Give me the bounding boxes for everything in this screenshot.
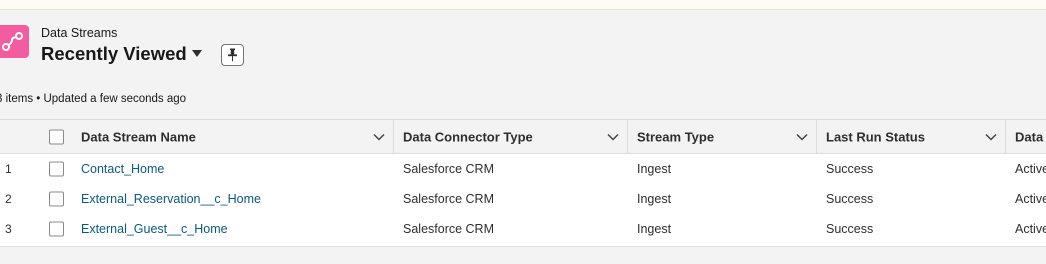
row-select-cell: [42, 184, 72, 214]
table-row: 2 External_Reservation__c_Home Salesforc…: [0, 184, 1046, 215]
select-all-checkbox[interactable]: [49, 129, 64, 144]
table-row: 1 Contact_Home Salesforce CRM Ingest Suc…: [0, 154, 1046, 185]
stream-type-cell: Ingest: [628, 154, 817, 184]
data-streams-table: Data Stream Name Data Connector Type Str…: [0, 119, 1046, 247]
stream-type-value: Ingest: [637, 222, 672, 236]
chevron-down-icon[interactable]: [607, 133, 619, 141]
data-connector-type-cell: Salesforce CRM: [394, 214, 628, 244]
row-number: 1: [5, 162, 12, 176]
column-header-data-connector-type[interactable]: Data Connector Type: [394, 120, 628, 153]
data-stream-name-link[interactable]: External_Guest__c_Home: [81, 222, 228, 236]
list-view-title[interactable]: Recently Viewed: [41, 43, 187, 65]
data-cell: Active: [1006, 214, 1046, 244]
row-select-checkbox[interactable]: [49, 161, 64, 177]
row-select-cell: [42, 154, 72, 184]
stream-type-cell: Ingest: [628, 214, 817, 244]
column-header-stream-type[interactable]: Stream Type: [628, 120, 817, 153]
row-select-cell: [42, 214, 72, 244]
column-header-label: Data Stream Name: [81, 129, 196, 144]
column-header-data[interactable]: Data: [1006, 120, 1046, 153]
data-connector-type-cell: Salesforce CRM: [394, 154, 628, 184]
data-stream-name-link[interactable]: Contact_Home: [81, 162, 164, 176]
data-cell: Active: [1006, 184, 1046, 214]
column-header-label: Data: [1015, 129, 1044, 144]
last-run-status-value: Success: [826, 192, 874, 206]
data-value: Active: [1015, 192, 1046, 206]
last-run-status-cell: Success: [817, 214, 1006, 244]
column-header-data-stream-name[interactable]: Data Stream Name: [72, 120, 394, 153]
top-banner-strip: [0, 0, 1046, 10]
last-run-status-cell: Success: [817, 184, 1006, 214]
row-select-checkbox[interactable]: [49, 191, 64, 207]
list-status-text: 3 items • Updated a few seconds ago: [0, 93, 187, 105]
row-number: 2: [5, 192, 12, 206]
stream-type-cell: Ingest: [628, 184, 817, 214]
column-header-last-run-status[interactable]: Last Run Status: [817, 120, 1006, 153]
last-run-status-value: Success: [826, 162, 874, 176]
column-header-label: Last Run Status: [826, 129, 925, 144]
data-stream-name-cell: Contact_Home: [72, 154, 394, 184]
row-number-header: [0, 120, 42, 153]
data-stream-name-cell: External_Reservation__c_Home: [72, 184, 394, 214]
list-view-dropdown-icon[interactable]: [192, 50, 202, 57]
data-stream-name-link[interactable]: External_Reservation__c_Home: [81, 192, 261, 206]
table-row: 3 External_Guest__c_Home Salesforce CRM …: [0, 214, 1046, 244]
chevron-down-icon[interactable]: [985, 133, 997, 141]
last-run-status-value: Success: [826, 222, 874, 236]
data-stream-icon: [0, 25, 29, 58]
row-number-cell: 2: [0, 184, 42, 214]
object-label: Data Streams: [41, 26, 118, 40]
data-stream-name-cell: External_Guest__c_Home: [72, 214, 394, 244]
column-header-label: Data Connector Type: [403, 129, 533, 144]
data-connector-type-value: Salesforce CRM: [403, 192, 494, 206]
row-number-cell: 1: [0, 154, 42, 184]
chevron-down-icon[interactable]: [373, 133, 385, 141]
select-all-cell: [42, 120, 72, 153]
chevron-down-icon[interactable]: [796, 133, 808, 141]
last-run-status-cell: Success: [817, 154, 1006, 184]
pin-icon: [228, 48, 237, 62]
data-cell: Active: [1006, 154, 1046, 184]
row-select-checkbox[interactable]: [49, 221, 64, 237]
data-value: Active: [1015, 222, 1046, 236]
data-connector-type-value: Salesforce CRM: [403, 222, 494, 236]
row-number: 3: [5, 222, 12, 236]
stream-type-value: Ingest: [637, 162, 672, 176]
data-connector-type-cell: Salesforce CRM: [394, 184, 628, 214]
stream-type-value: Ingest: [637, 192, 672, 206]
pin-list-view-button[interactable]: [221, 44, 244, 66]
data-value: Active: [1015, 162, 1046, 176]
table-header-row: Data Stream Name Data Connector Type Str…: [0, 120, 1046, 154]
column-header-label: Stream Type: [637, 129, 715, 144]
row-number-cell: 3: [0, 214, 42, 244]
data-connector-type-value: Salesforce CRM: [403, 162, 494, 176]
